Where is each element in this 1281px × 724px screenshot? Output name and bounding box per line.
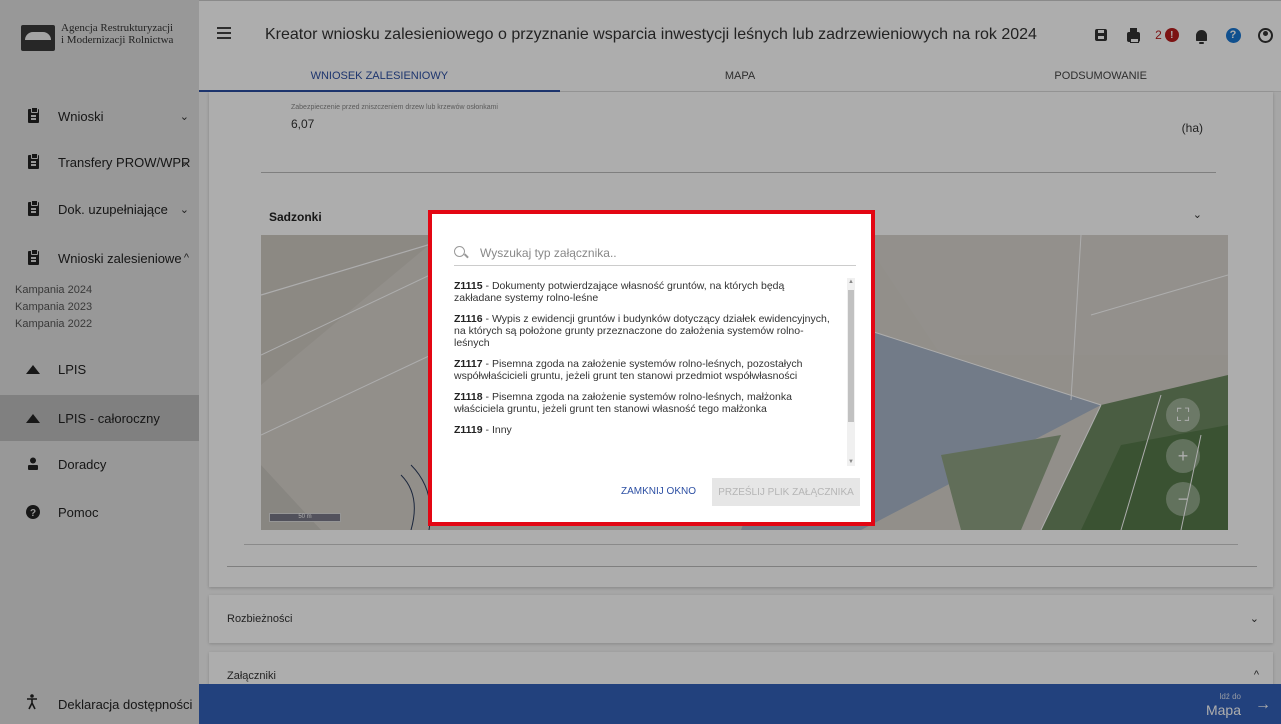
search-input[interactable] [480,245,840,260]
modal-backdrop[interactable]: Z1115 - Dokumenty potwierdzające własnoś… [0,0,1281,724]
search-row [454,240,856,266]
list-item-z1118[interactable]: Z1118 - Pisemna zgoda na założenie syste… [454,391,856,415]
item-code: Z1117 [454,358,483,370]
scroll-up-icon[interactable]: ▲ [848,279,854,285]
list-item-z1116[interactable]: Z1116 - Wypis z ewidencji gruntów i budy… [454,313,856,349]
list-scrollbar[interactable]: ▲ ▼ [847,278,855,466]
scroll-thumb[interactable] [848,290,854,422]
list-item-z1117[interactable]: Z1117 - Pisemna zgoda na założenie syste… [454,358,856,382]
item-text: - Wypis z ewidencji gruntów i budynków d… [454,313,830,349]
item-code: Z1118 [454,391,483,403]
item-text: - Dokumenty potwierdzające własność grun… [454,280,785,304]
list-item-z1119[interactable]: Z1119 - Inny [454,424,856,436]
item-code: Z1116 [454,313,483,325]
item-text: - Pisemna zgoda na założenie systemów ro… [454,358,803,382]
item-text: - Pisemna zgoda na założenie systemów ro… [454,391,792,415]
item-text: - Inny [482,424,512,436]
scroll-down-icon[interactable]: ▼ [848,459,854,465]
send-attachment-button[interactable]: PRZEŚLIJ PLIK ZAŁĄCZNIKA [712,478,860,506]
item-code: Z1115 [454,280,483,292]
attachment-type-dialog: Z1115 - Dokumenty potwierdzające własnoś… [428,210,875,526]
attachment-type-list: Z1115 - Dokumenty potwierdzające własnoś… [454,280,856,470]
close-dialog-button[interactable]: ZAMKNIJ OKNO [621,486,696,497]
item-code: Z1119 [454,424,483,436]
search-icon [454,245,468,260]
list-item-z1115[interactable]: Z1115 - Dokumenty potwierdzające własnoś… [454,280,856,304]
